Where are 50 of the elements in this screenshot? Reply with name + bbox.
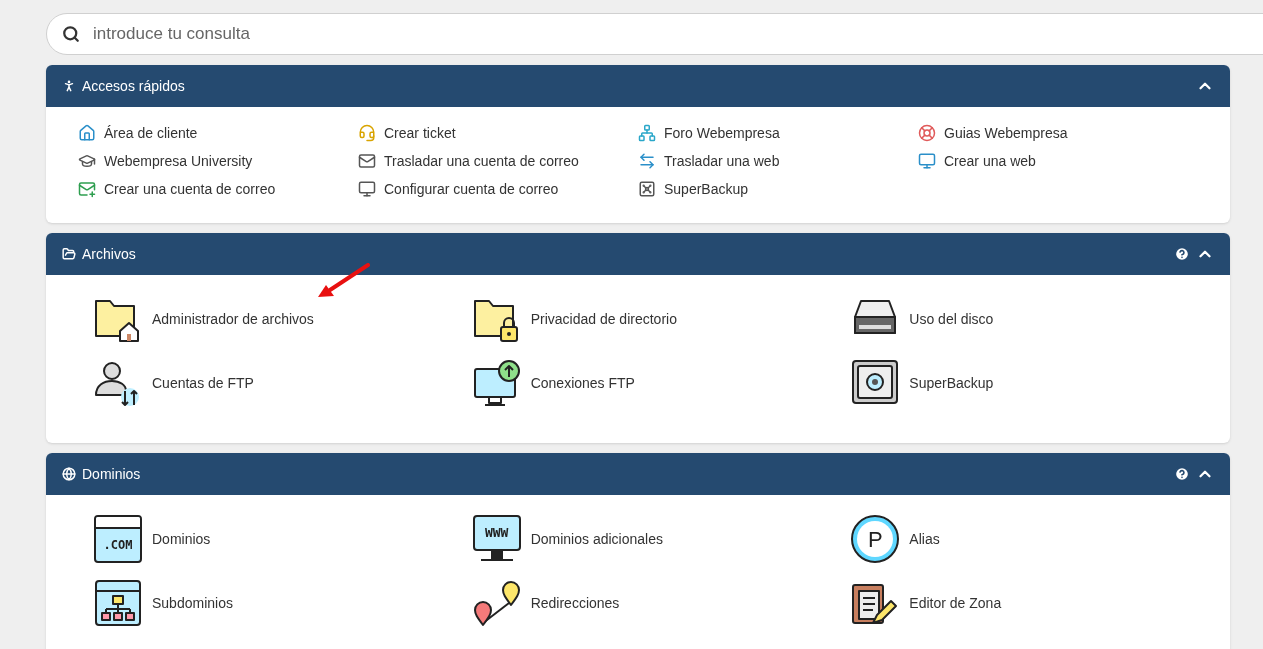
- folder-icon: [62, 247, 76, 261]
- quick-link[interactable]: SuperBackup: [664, 178, 749, 200]
- tool-link[interactable]: Administrador de archivos: [152, 308, 314, 330]
- search-field[interactable]: introduce tu consulta: [46, 13, 1263, 55]
- user-transfer-icon: [94, 359, 142, 407]
- tool-link[interactable]: Redirecciones: [530, 592, 620, 614]
- headset-icon: [358, 124, 376, 142]
- globe-icon: [62, 467, 76, 481]
- help-icon[interactable]: [1174, 466, 1190, 482]
- panel-header[interactable]: Accesos rápidos: [46, 65, 1230, 107]
- quick-link[interactable]: Webempresa University: [104, 150, 253, 172]
- transfer-icon: [638, 152, 656, 170]
- monitor-icon: [918, 152, 936, 170]
- network-icon: [638, 124, 656, 142]
- browser-domain-icon: .COM: [94, 515, 142, 563]
- quick-link[interactable]: Foro Webempresa: [664, 122, 780, 144]
- help-icon[interactable]: [1174, 246, 1190, 262]
- quick-link[interactable]: Trasladar una web: [664, 150, 780, 172]
- quick-link[interactable]: Trasladar una cuenta de correo: [384, 150, 579, 172]
- graduate-icon: [78, 152, 96, 170]
- tool-link[interactable]: Editor de Zona: [909, 592, 1002, 614]
- route-pins-icon: [472, 579, 521, 627]
- panel-title: Dominios: [82, 464, 141, 484]
- mail-icon: [358, 152, 376, 170]
- panel-header[interactable]: Archivos: [46, 233, 1230, 275]
- browser-sitemap-icon: [94, 579, 142, 627]
- quick-link[interactable]: Configurar cuenta de correo: [384, 178, 559, 200]
- home-icon: [78, 124, 96, 142]
- quick-link[interactable]: Crear una web: [944, 150, 1036, 172]
- annotation-arrow: [316, 263, 370, 299]
- tool-link[interactable]: SuperBackup: [909, 372, 994, 394]
- mail-plus-icon: [78, 180, 96, 198]
- tool-link[interactable]: Dominios adicionales: [530, 528, 663, 550]
- quick-link[interactable]: Crear ticket: [384, 122, 456, 144]
- tool-link[interactable]: Uso del disco: [909, 308, 994, 330]
- tool-link[interactable]: Subdominios: [152, 592, 233, 614]
- lifebuoy-icon: [918, 124, 936, 142]
- tool-link[interactable]: Cuentas de FTP: [152, 372, 254, 394]
- tool-link[interactable]: Dominios: [152, 528, 211, 550]
- panel-title: Archivos: [82, 244, 136, 264]
- monitor-upload-icon: [472, 359, 521, 407]
- quick-link[interactable]: Área de cliente: [104, 122, 198, 144]
- panel-header[interactable]: Dominios: [46, 453, 1230, 495]
- quick-link[interactable]: Guias Webempresa: [944, 122, 1068, 144]
- tool-link[interactable]: Alias: [909, 528, 940, 550]
- tool-link[interactable]: Conexiones FTP: [530, 372, 635, 394]
- search-icon: [62, 25, 80, 43]
- quick-link[interactable]: Crear una cuenta de correo: [104, 178, 276, 200]
- tool-link[interactable]: Privacidad de directorio: [530, 308, 677, 330]
- panel-title: Accesos rápidos: [82, 76, 185, 96]
